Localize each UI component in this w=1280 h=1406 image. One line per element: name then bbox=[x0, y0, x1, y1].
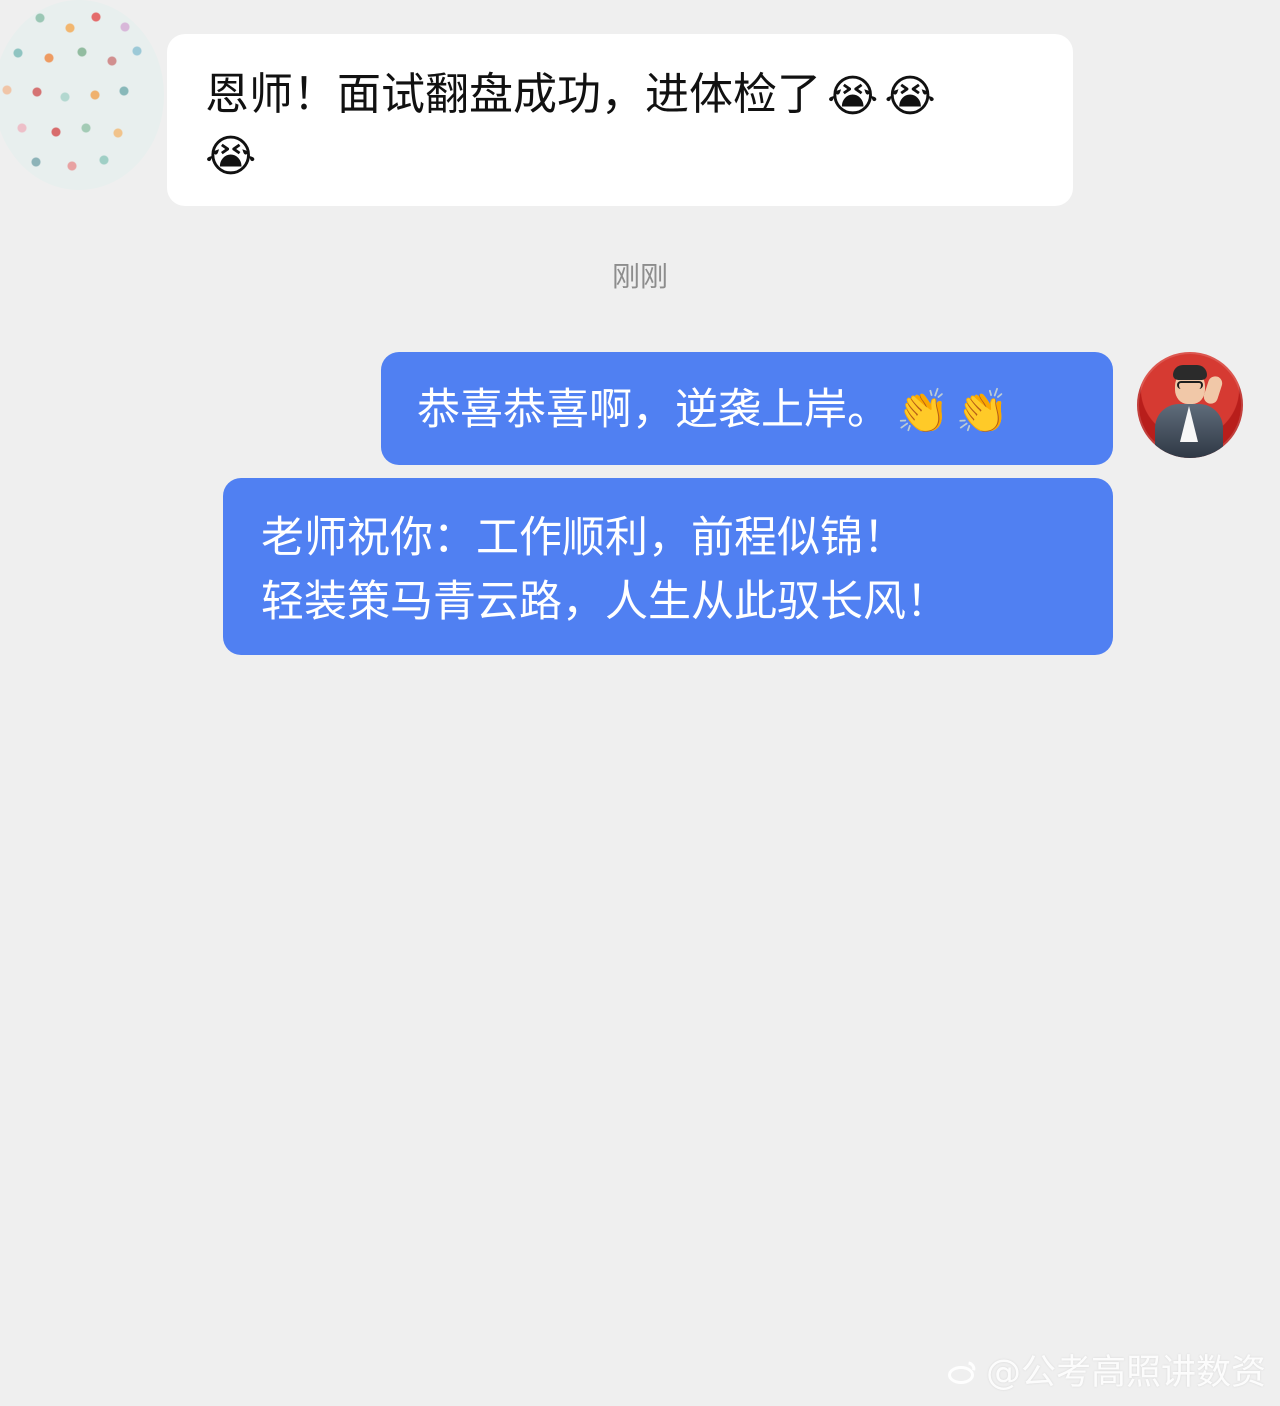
outgoing-message-text-1: 恭喜恭喜啊，逆袭上岸。 bbox=[417, 385, 890, 435]
watermark-text: @公考高照讲数资 bbox=[985, 1353, 1266, 1393]
message-timestamp: 刚刚 bbox=[611, 260, 668, 293]
crying-face-icon: 😭 bbox=[205, 131, 257, 182]
outgoing-message-line-2: 轻装策马青云路，人生从此驭长风！ bbox=[261, 577, 949, 627]
outgoing-message-bubble-2[interactable]: 老师祝你：工作顺利，前程似锦！ 轻装策马青云路，人生从此驭长风！ bbox=[223, 478, 1113, 655]
avatar-hand bbox=[1202, 374, 1224, 406]
watermark: @公考高照讲数资 bbox=[944, 1350, 1266, 1396]
incoming-message-text: 恩师！面试翻盘成功，进体检了 bbox=[205, 69, 821, 120]
right-avatar[interactable] bbox=[1137, 352, 1243, 458]
incoming-message-bubble[interactable]: 恩师！面试翻盘成功，进体检了 😭 😭 😭 bbox=[167, 34, 1073, 206]
incoming-message-line-2: 😭 bbox=[205, 125, 1035, 185]
crying-face-icon: 😭 bbox=[884, 71, 936, 122]
clapping-hands-icon: 👏 bbox=[896, 387, 950, 437]
avatar-glasses bbox=[1177, 381, 1203, 389]
clapping-hands-icon: 👏 bbox=[955, 387, 1010, 437]
avatar-hair bbox=[1173, 365, 1207, 380]
crying-face-icon: 😭 bbox=[827, 71, 879, 122]
outgoing-message-line-1: 老师祝你：工作顺利，前程似锦！ bbox=[261, 513, 906, 563]
left-avatar[interactable] bbox=[0, 0, 164, 190]
incoming-message-line-1: 恩师！面试翻盘成功，进体检了 😭 😭 bbox=[205, 65, 1035, 125]
weibo-icon bbox=[944, 1360, 980, 1388]
outgoing-message-bubble-1[interactable]: 恭喜恭喜啊，逆袭上岸。 👏 👏 bbox=[381, 352, 1113, 465]
